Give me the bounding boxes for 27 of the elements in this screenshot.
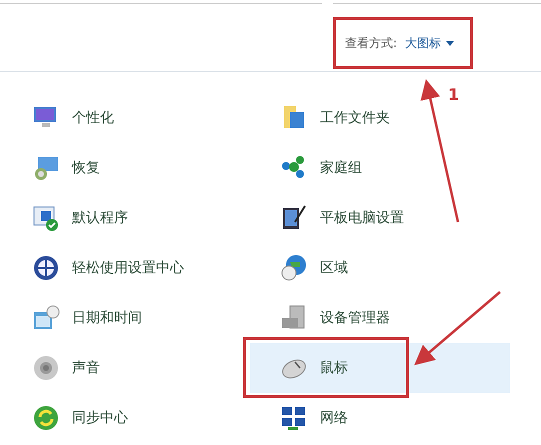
control-panel-item[interactable]: 家庭组 xyxy=(250,143,368,193)
tablet-pen-icon xyxy=(280,204,308,232)
control-panel-item[interactable]: 个性化 xyxy=(0,93,120,143)
control-panel-item[interactable]: 区域 xyxy=(250,243,354,293)
calendar-clock-icon xyxy=(32,304,60,332)
sync-icon xyxy=(32,404,60,432)
view-mode-dropdown[interactable]: 大图标 xyxy=(405,34,454,52)
monitor-icon xyxy=(32,154,60,182)
control-panel-item[interactable]: 平板电脑设置 xyxy=(250,193,410,243)
step-number: 1 xyxy=(448,84,460,106)
view-by-label: 查看方式: xyxy=(345,35,398,52)
control-panel-item[interactable]: 默认程序 xyxy=(0,193,134,243)
control-panel-item[interactable]: 工作文件夹 xyxy=(250,93,396,143)
caret-icon xyxy=(446,40,454,46)
globe-clock-icon xyxy=(280,254,308,282)
control-panel-item[interactable]: 同步中心 xyxy=(0,393,134,443)
control-panel-item[interactable]: 设备管理器 xyxy=(250,293,396,343)
control-panel-item[interactable]: 声音 xyxy=(0,343,106,393)
accessibility-icon xyxy=(32,254,60,282)
control-panel-item[interactable]: 鼠标 xyxy=(250,343,510,393)
control-panel-item[interactable]: 网络 xyxy=(250,393,354,443)
control-panel-item[interactable]: 轻松使用设置中心 xyxy=(0,243,190,293)
control-panel-item[interactable]: 日期和时间 xyxy=(0,293,148,343)
network-icon xyxy=(280,404,308,432)
control-panel-item[interactable]: 恢复 xyxy=(0,143,106,193)
speaker-icon xyxy=(32,354,60,382)
window-check-icon xyxy=(32,204,60,232)
